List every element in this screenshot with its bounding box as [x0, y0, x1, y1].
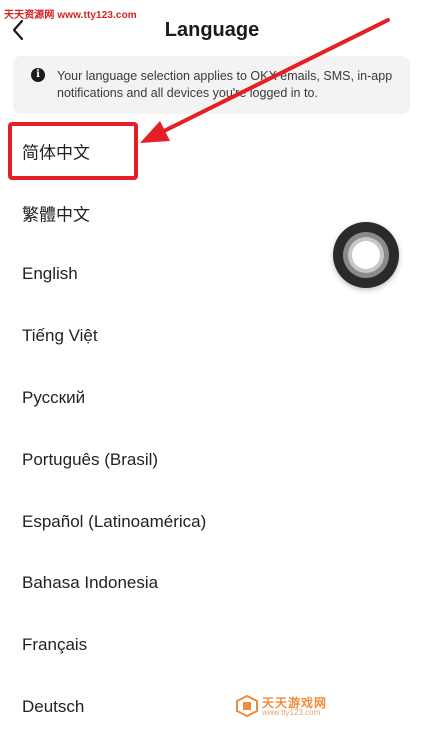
- language-item-french[interactable]: Français: [0, 614, 424, 676]
- watermark-url: www.tty123.com: [262, 708, 321, 717]
- language-list: 简体中文 繁體中文 English Tiếng Việt Русский Por…: [0, 120, 424, 738]
- watermark-text-top: 天天资源网 www.tty123.com: [4, 10, 137, 21]
- page-title: Language: [164, 19, 260, 41]
- language-label: Deutsch: [22, 697, 85, 717]
- notice-text: Your language selection applies to OKX e…: [57, 69, 393, 100]
- language-label: Bahasa Indonesia: [22, 573, 159, 593]
- watermark-logo-icon: [236, 695, 258, 717]
- assistive-touch-icon: [352, 241, 380, 269]
- annotation-highlight-box: [8, 122, 138, 180]
- language-label: English: [22, 264, 78, 284]
- language-label: Tiếng Việt: [22, 326, 98, 346]
- info-icon: i: [31, 68, 45, 82]
- language-label: Português (Brasil): [22, 449, 159, 469]
- language-item-vietnamese[interactable]: Tiếng Việt: [0, 305, 424, 367]
- language-label: Français: [22, 635, 88, 655]
- language-label: Español (Latinoamérica): [22, 511, 207, 531]
- floating-assistive-button[interactable]: [333, 222, 399, 288]
- language-item-spanish-latam[interactable]: Español (Latinoamérica): [0, 491, 424, 553]
- language-item-russian[interactable]: Русский: [0, 367, 424, 429]
- language-notice: i Your language selection applies to OKX…: [13, 56, 410, 114]
- language-item-indonesian[interactable]: Bahasa Indonesia: [0, 553, 424, 615]
- language-item-portuguese-brasil[interactable]: Português (Brasil): [0, 429, 424, 491]
- language-label: Русский: [22, 388, 86, 408]
- language-label: 繁體中文: [22, 205, 90, 225]
- language-item-german[interactable]: Deutsch: [0, 676, 424, 738]
- watermark-bottom: 天天游戏网 www.tty123.com: [236, 693, 346, 721]
